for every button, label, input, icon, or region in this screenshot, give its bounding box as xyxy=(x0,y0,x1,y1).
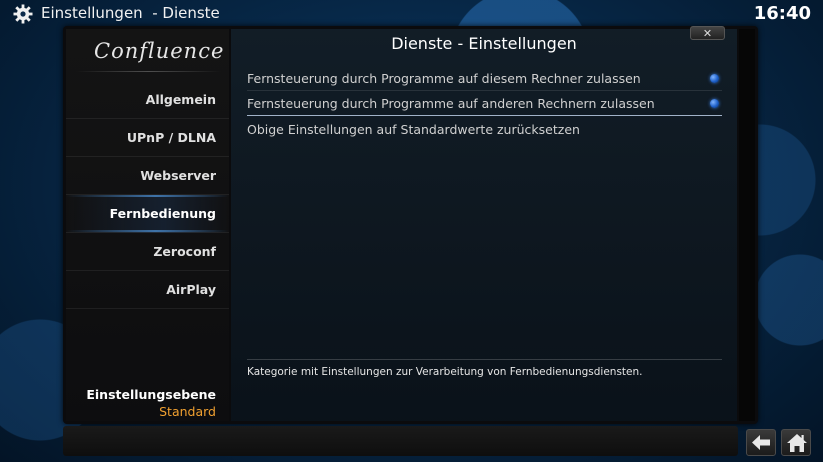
back-button[interactable] xyxy=(746,429,776,456)
sidebar-item-allgemein[interactable]: Allgemein xyxy=(66,81,229,119)
window-title: Einstellungen - Dienste xyxy=(41,4,220,22)
logo-divider xyxy=(76,71,221,72)
home-icon xyxy=(787,434,807,452)
sidebar: Confluence Allgemein UPnP / DLNA Webserv… xyxy=(66,29,229,421)
sidebar-item-fernbedienung[interactable]: Fernbedienung xyxy=(66,195,229,233)
content-area: Dienste - Einstellungen Fernsteuerung du… xyxy=(231,29,737,421)
category-list: Allgemein UPnP / DLNA Webserver Fernbedi… xyxy=(66,81,229,309)
confluence-logo: Confluence xyxy=(94,39,225,63)
setting-label: Fernsteuerung durch Programme auf diesem… xyxy=(247,71,641,86)
radio-on-icon[interactable] xyxy=(710,74,719,83)
description-divider xyxy=(247,359,722,360)
sidebar-item-webserver[interactable]: Webserver xyxy=(66,157,229,195)
setting-label: Fernsteuerung durch Programme auf andere… xyxy=(247,96,655,111)
clock: 16:40 xyxy=(753,3,811,24)
sidebar-item-upnp-dlna[interactable]: UPnP / DLNA xyxy=(66,119,229,157)
back-arrow-icon xyxy=(752,435,770,450)
scrollbar[interactable] xyxy=(739,29,755,421)
gear-icon xyxy=(13,4,33,24)
top-bar: Einstellungen - Dienste 16:40 xyxy=(0,0,823,28)
settings-panel: Confluence Allgemein UPnP / DLNA Webserv… xyxy=(63,26,758,424)
radio-on-icon[interactable] xyxy=(710,99,719,108)
bottom-bar xyxy=(63,426,738,456)
settings-level-value[interactable]: Standard xyxy=(159,404,216,419)
reset-defaults-button[interactable]: Obige Einstellungen auf Standardwerte zu… xyxy=(247,117,722,142)
page-title: Dienste - Einstellungen xyxy=(391,34,577,53)
setting-local-remote-control[interactable]: Fernsteuerung durch Programme auf diesem… xyxy=(247,66,722,91)
category-description: Kategorie mit Einstellungen zur Verarbei… xyxy=(247,366,643,378)
close-button[interactable]: ✕ xyxy=(690,26,725,40)
sidebar-item-airplay[interactable]: AirPlay xyxy=(66,271,229,309)
sidebar-item-zeroconf[interactable]: Zeroconf xyxy=(66,233,229,271)
setting-label: Obige Einstellungen auf Standardwerte zu… xyxy=(247,122,580,137)
settings-level-label[interactable]: Einstellungsebene xyxy=(86,387,216,402)
home-button[interactable] xyxy=(781,429,811,456)
setting-remote-remote-control[interactable]: Fernsteuerung durch Programme auf andere… xyxy=(247,91,722,116)
